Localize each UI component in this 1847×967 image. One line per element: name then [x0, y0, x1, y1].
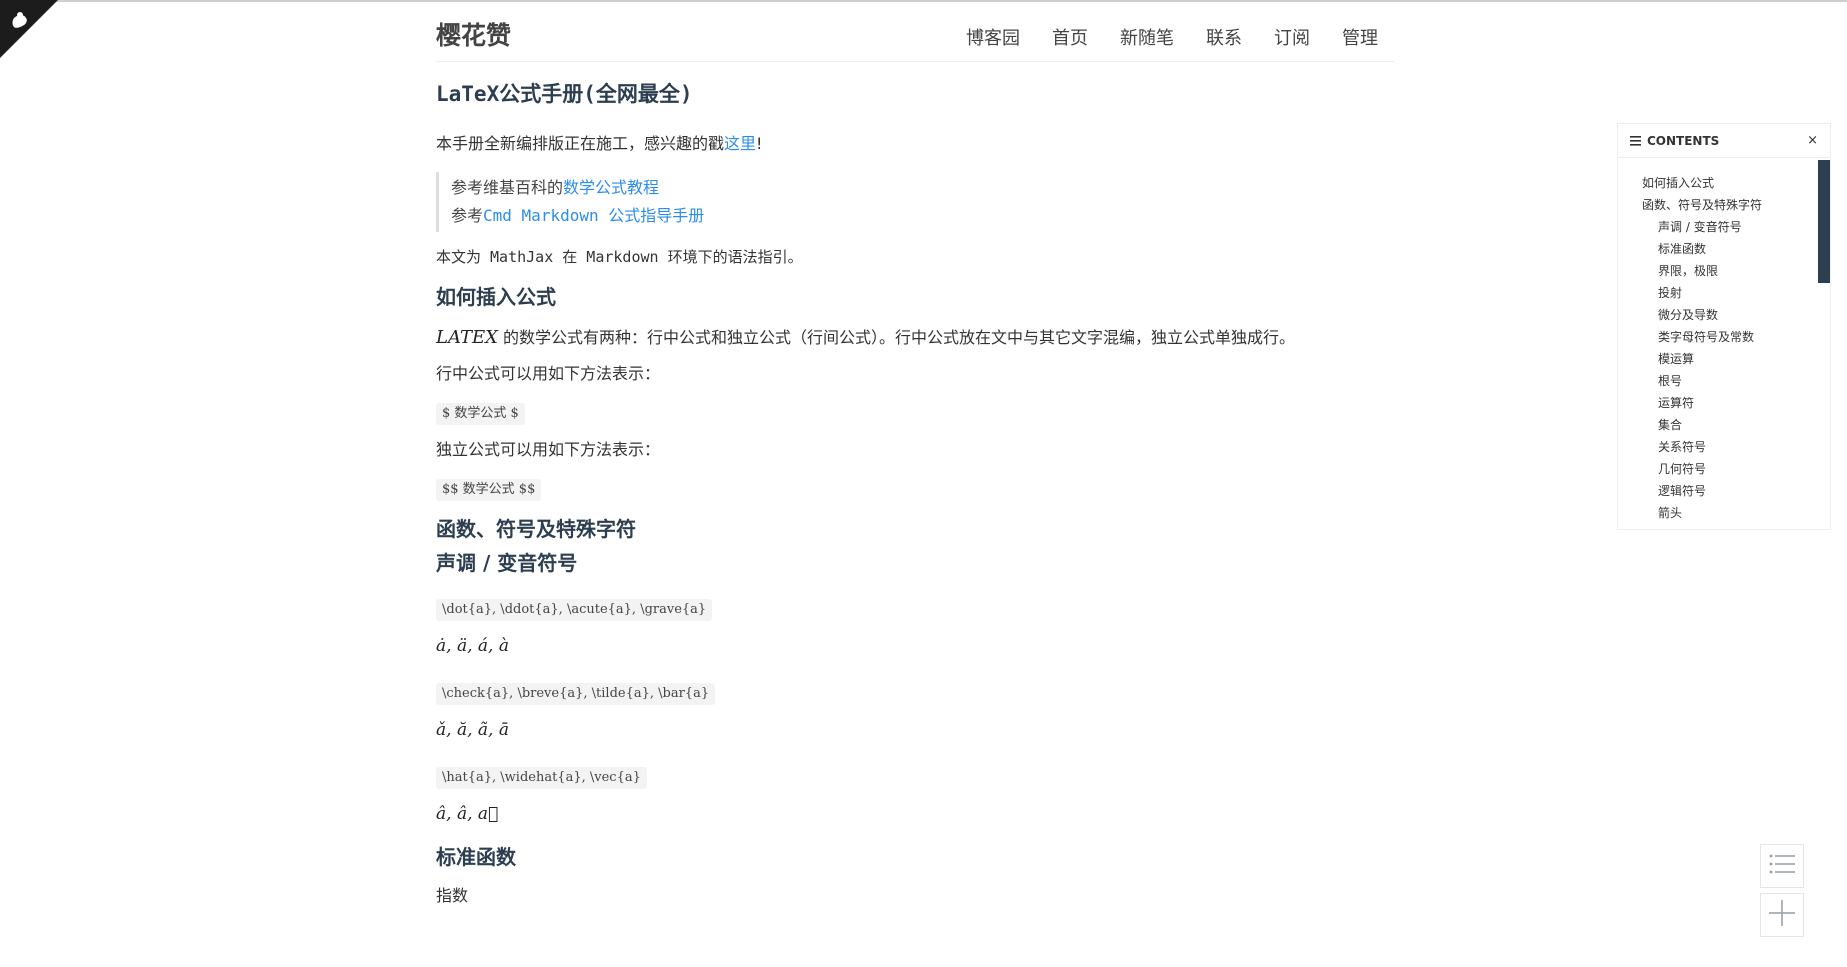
toc-item[interactable]: 标准函数 [1642, 238, 1762, 260]
accent-code-1: \dot{a}, \ddot{a}, \acute{a}, \grave{a} [436, 599, 713, 621]
nav-manage[interactable]: 管理 [1342, 24, 1378, 50]
toc-icon [1630, 131, 1641, 150]
article: LaTeX公式手册(全网最全) 本手册全新编排版正在施工，感兴趣的戳这里! 参考… [436, 78, 1396, 908]
latex-logo: LATEX [436, 327, 498, 348]
intro-paragraph: 本手册全新编排版正在施工，感兴趣的戳这里! [436, 132, 1396, 156]
inline-formula-code: $ 数学公式 $ [436, 403, 525, 425]
intro-link[interactable]: 这里 [724, 134, 756, 153]
toc-item[interactable]: 箭头 [1642, 502, 1762, 524]
reference-blockquote: 参考维基百科的数学公式教程 参考Cmd Markdown 公式指导手册 [436, 172, 1396, 232]
heading-standard-functions: 标准函数 [436, 845, 516, 869]
toc-item[interactable]: 投射 [1642, 282, 1762, 304]
toc-item[interactable]: 几何符号 [1642, 458, 1762, 480]
toc-item[interactable]: 关系符号 [1642, 436, 1762, 458]
expand-button[interactable] [1760, 893, 1804, 937]
contents-list: 如何插入公式 函数、符号及特殊字符 声调 / 变音符号 标准函数 界限，极限 投… [1642, 172, 1762, 524]
heading-accents: 声调 / 变音符号 [436, 551, 578, 575]
ref2-prefix: 参考 [451, 206, 484, 225]
heading-functions-symbols: 函数、符号及特殊字符 [436, 517, 636, 541]
accent-math-2: ǎ, ă, ã, ā [436, 720, 509, 740]
nav-contact[interactable]: 联系 [1206, 24, 1242, 50]
post-title[interactable]: LaTeX公式手册(全网最全) [436, 78, 1396, 110]
contents-panel: CONTENTS × 如何插入公式 函数、符号及特殊字符 声调 / 变音符号 标… [1617, 123, 1831, 530]
toc-item[interactable]: 集合 [1642, 414, 1762, 436]
reference-line-1: 参考维基百科的数学公式教程 [451, 174, 1396, 202]
block-formula-desc: 独立公式可以用如下方法表示： [436, 440, 661, 459]
inline-formula-desc: 行中公式可以用如下方法表示： [436, 364, 661, 383]
toc-item[interactable]: 微分及导数 [1642, 304, 1762, 326]
ref1-link[interactable]: 数学公式教程 [563, 178, 659, 197]
intro-end: ! [756, 134, 763, 153]
nav-new-post[interactable]: 新随笔 [1120, 24, 1174, 50]
close-icon[interactable]: × [1807, 133, 1818, 148]
latex-description: 的数学公式有两种：行中公式和独立公式（行间公式）。行中公式放在文中与其它文字混编… [503, 328, 1296, 347]
accent-math-1: ȧ, ä, á, à [436, 636, 509, 656]
env-paragraph: 本文为 MathJax 在 Markdown 环境下的语法指引。 [436, 248, 803, 266]
plus-icon [1769, 900, 1795, 930]
ref2-link[interactable]: Cmd Markdown 公式指导手册 [483, 206, 704, 225]
contents-title: CONTENTS [1647, 133, 1720, 148]
toc-item[interactable]: 类字母符号及常数 [1642, 326, 1762, 348]
toc-item[interactable]: 根号 [1642, 370, 1762, 392]
exponent-label: 指数 [436, 886, 469, 905]
toc-item[interactable]: 界限，极限 [1642, 260, 1762, 282]
intro-text: 本手册全新编排版正在施工，感兴趣的戳 [436, 134, 725, 153]
contents-header: CONTENTS × [1618, 124, 1830, 158]
nav-home[interactable]: 首页 [1052, 24, 1088, 50]
corner-badge-icon[interactable] [0, 0, 58, 58]
list-icon [1769, 853, 1795, 879]
nav-subscribe[interactable]: 订阅 [1274, 24, 1310, 50]
toc-item[interactable]: 函数、符号及特殊字符 [1642, 194, 1762, 216]
contents-scrollbar-thumb[interactable] [1818, 160, 1830, 283]
accent-code-3: \hat{a}, \widehat{a}, \vec{a} [436, 767, 647, 789]
accent-code-2: \check{a}, \breve{a}, \tilde{a}, \bar{a} [436, 683, 716, 705]
ref1-prefix: 参考维基百科的 [451, 178, 564, 197]
nav-blog-park[interactable]: 博客园 [966, 24, 1020, 50]
heading-insert-formula: 如何插入公式 [436, 285, 556, 309]
top-nav: 博客园 首页 新随笔 联系 订阅 管理 [966, 24, 1378, 50]
toc-item[interactable]: 如何插入公式 [1642, 172, 1762, 194]
latex-paragraph: LATEX 的数学公式有两种：行中公式和独立公式（行间公式）。行中公式放在文中与… [436, 324, 1396, 350]
toggle-toc-button[interactable] [1760, 844, 1804, 888]
reference-line-2: 参考Cmd Markdown 公式指导手册 [451, 202, 1396, 230]
toc-item[interactable]: 模运算 [1642, 348, 1762, 370]
block-formula-code: $$ 数学公式 $$ [436, 479, 542, 501]
site-title[interactable]: 樱花赞 [436, 16, 511, 52]
accent-math-3: â, â, a⃗ [436, 804, 499, 824]
toc-item[interactable]: 逻辑符号 [1642, 480, 1762, 502]
site-header: 樱花赞 博客园 首页 新随笔 联系 订阅 管理 [436, 2, 1394, 62]
toc-item[interactable]: 声调 / 变音符号 [1642, 216, 1762, 238]
toc-item[interactable]: 运算符 [1642, 392, 1762, 414]
